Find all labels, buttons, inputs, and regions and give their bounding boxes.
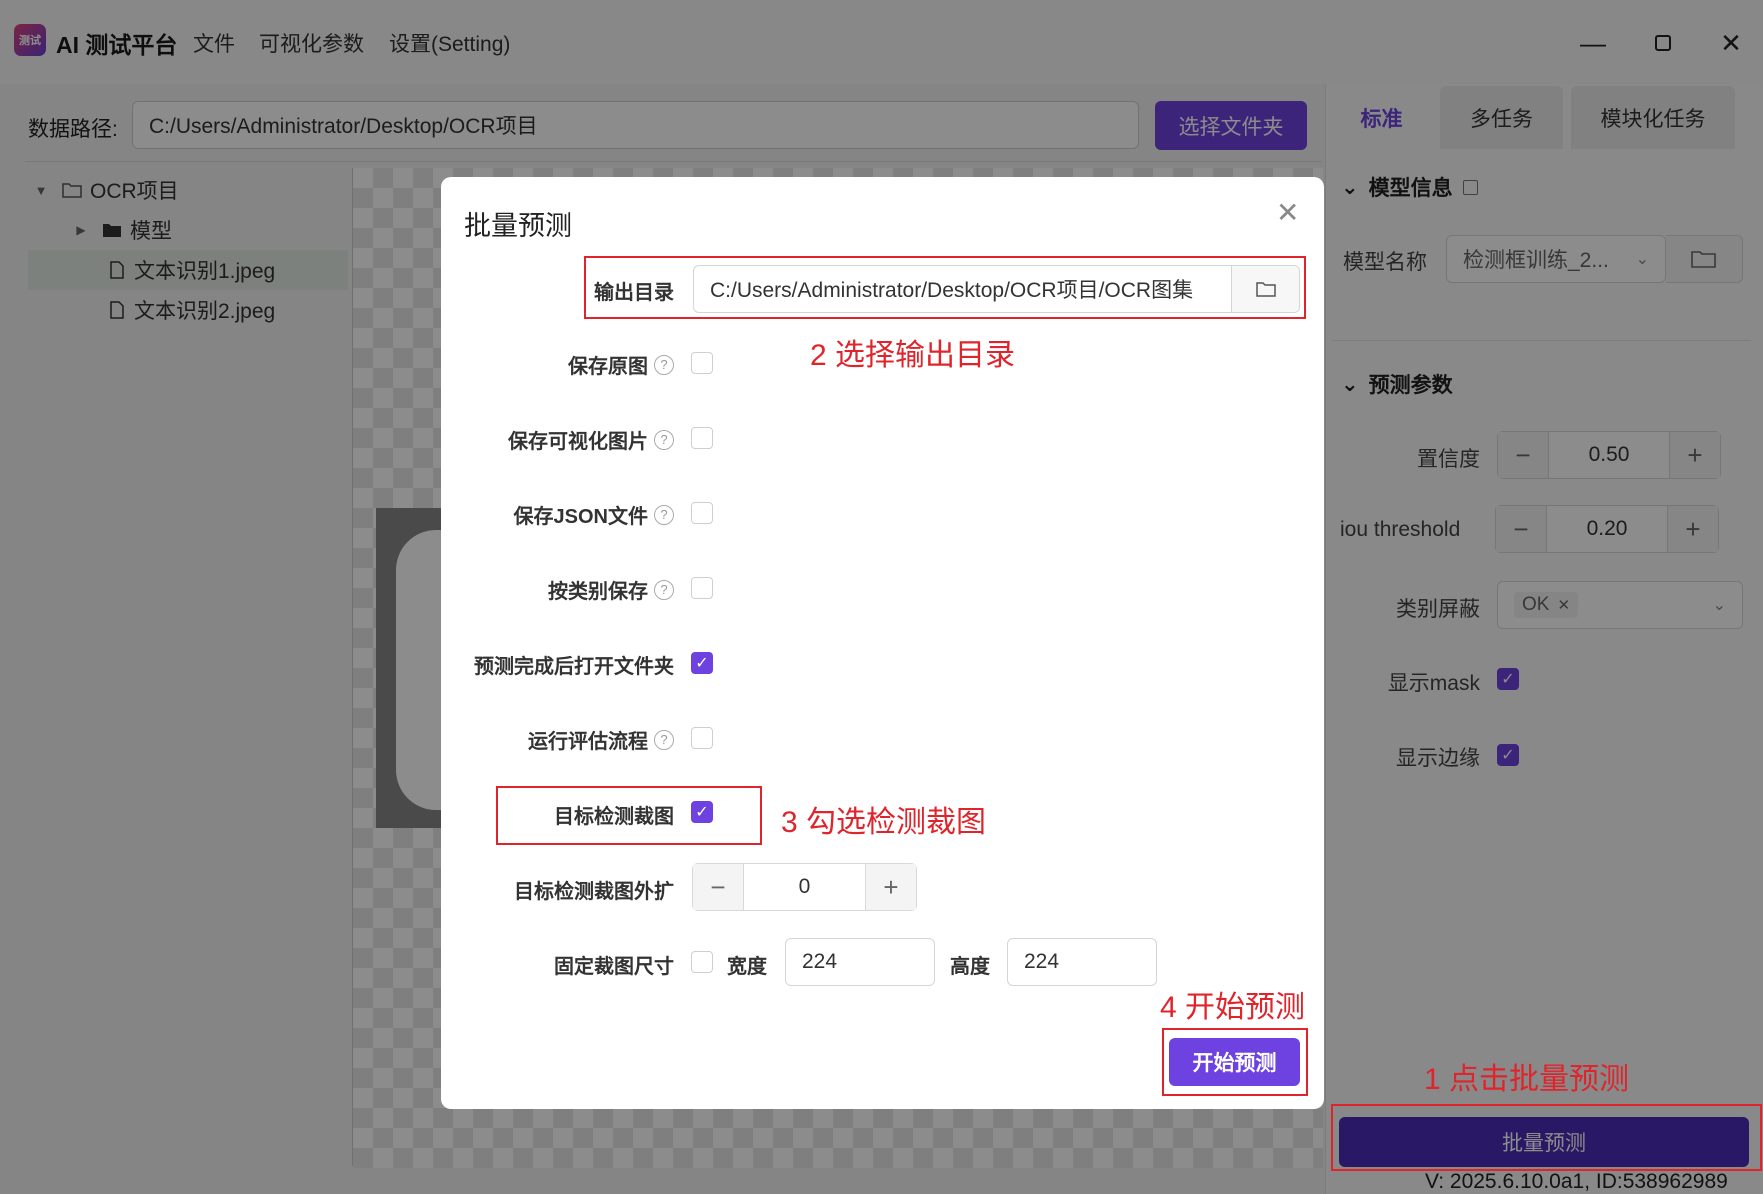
option-save-by-class: 按类别保存? xyxy=(444,575,674,604)
fixed-size-label-text: 固定裁图尺寸 xyxy=(554,956,674,978)
help-icon[interactable]: ? xyxy=(654,504,674,525)
height-input[interactable]: 224 xyxy=(1007,938,1157,986)
option-label: 运行评估流程 xyxy=(528,731,648,753)
annotation-step3: 3 勾选检测裁图 xyxy=(781,806,987,839)
run-eval-checkbox[interactable] xyxy=(691,727,713,749)
option-label: 按类别保存 xyxy=(548,581,648,603)
decrement-button[interactable]: − xyxy=(693,864,743,910)
open-folder-checkbox[interactable]: ✓ xyxy=(691,652,713,674)
help-icon[interactable]: ? xyxy=(654,354,674,375)
annotation-box-det-crop xyxy=(496,786,762,845)
option-save-visual: 保存可视化图片? xyxy=(444,425,674,454)
annotation-step1: 1 点击批量预测 xyxy=(1424,1063,1630,1096)
annotation-box-start xyxy=(1162,1028,1308,1096)
save-json-checkbox[interactable] xyxy=(691,502,713,524)
dialog-title: 批量预测 xyxy=(464,211,572,241)
crop-expand-label: 目标检测裁图外扩 xyxy=(444,875,674,904)
height-value: 224 xyxy=(1024,950,1060,973)
close-icon[interactable]: ✕ xyxy=(1276,196,1299,229)
option-label: 保存可视化图片 xyxy=(508,431,648,453)
help-icon[interactable]: ? xyxy=(654,729,674,750)
option-save-original: 保存原图? xyxy=(444,350,674,379)
crop-expand-stepper[interactable]: − 0 + xyxy=(692,863,917,911)
save-original-checkbox[interactable] xyxy=(691,352,713,374)
annotation-step4: 4 开始预测 xyxy=(1160,991,1306,1024)
fixed-size-checkbox[interactable] xyxy=(691,951,713,973)
annotation-box-output-dir xyxy=(584,256,1306,319)
crop-expand-value[interactable]: 0 xyxy=(743,864,866,910)
annotation-step2: 2 选择输出目录 xyxy=(810,339,1016,372)
width-label: 宽度 xyxy=(727,956,767,978)
height-label: 高度 xyxy=(950,956,990,978)
option-label: 预测完成后打开文件夹 xyxy=(474,656,674,678)
save-visual-checkbox[interactable] xyxy=(691,427,713,449)
help-icon[interactable]: ? xyxy=(654,579,674,600)
increment-button[interactable]: + xyxy=(866,864,916,910)
crop-expand-label-text: 目标检测裁图外扩 xyxy=(514,881,674,903)
help-icon[interactable]: ? xyxy=(654,429,674,450)
width-value: 224 xyxy=(802,950,838,973)
option-label: 保存JSON文件 xyxy=(513,506,648,528)
fixed-size-label: 固定裁图尺寸 xyxy=(444,950,674,979)
width-input[interactable]: 224 xyxy=(785,938,935,986)
option-label: 保存原图 xyxy=(568,356,648,378)
option-open-folder: 预测完成后打开文件夹 xyxy=(444,650,674,679)
save-by-class-checkbox[interactable] xyxy=(691,577,713,599)
annotation-box-batch xyxy=(1331,1104,1762,1171)
option-save-json: 保存JSON文件? xyxy=(444,500,674,529)
option-run-eval: 运行评估流程? xyxy=(444,725,674,754)
